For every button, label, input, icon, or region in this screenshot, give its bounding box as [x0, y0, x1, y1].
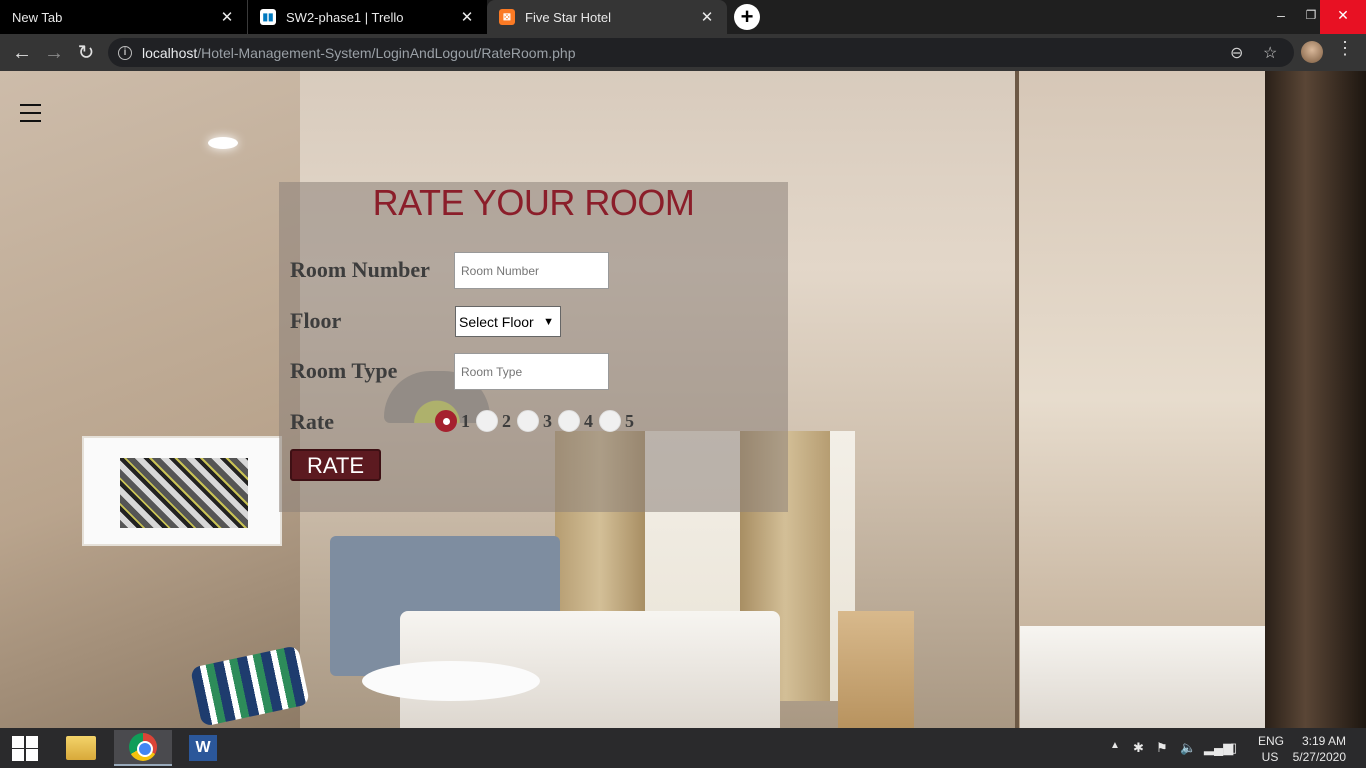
bg-wall: [0, 71, 300, 728]
room-number-input[interactable]: [454, 252, 609, 289]
rate-option-label: 1: [461, 410, 470, 431]
rate-radio-2[interactable]: [476, 410, 498, 432]
tab-close-icon[interactable]: ✕: [219, 8, 235, 26]
rate-submit-button[interactable]: RATE: [290, 449, 381, 481]
floor-select-value: Select Floor: [459, 313, 534, 330]
clock-time: 3:19 AM: [1301, 734, 1346, 748]
input-language[interactable]: ENG US: [1258, 733, 1285, 765]
wifi-icon[interactable]: ▂▄▆: [1204, 740, 1233, 756]
rate-radio-1[interactable]: [435, 410, 457, 432]
tab-five-star-hotel[interactable]: ⊠ Five Star Hotel ✕: [487, 0, 727, 34]
site-info-icon[interactable]: i: [118, 45, 132, 60]
page-title: RATE YOUR ROOM: [372, 182, 695, 223]
tab-new-tab[interactable]: New Tab ✕: [0, 0, 247, 34]
page-viewport: RATE YOUR ROOM Room Number Floor Select …: [0, 71, 1366, 728]
volume-icon[interactable]: 🔈: [1180, 740, 1196, 756]
clock-date: 5/27/2020: [1292, 750, 1346, 764]
reload-icon[interactable]: ↻: [73, 40, 99, 66]
rate-radio-4[interactable]: [558, 410, 580, 432]
tab-label: New Tab: [12, 9, 63, 25]
windows-taskbar: W ▲ ✱ ⚑ 🔈 ▂▄▆ ▯ ENG US 3:19 AM 5/27/2020: [0, 728, 1366, 768]
file-explorer-icon[interactable]: [52, 730, 110, 766]
rate-option-label: 3: [543, 410, 552, 431]
menu-icon[interactable]: ⋮: [1336, 38, 1354, 59]
floor-label: Floor: [290, 308, 342, 333]
address-bar[interactable]: i localhost/Hotel-Management-System/Logi…: [108, 38, 1294, 67]
floor-select[interactable]: Select Floor ▼: [455, 306, 561, 337]
bg-bed-reflection: [1020, 626, 1265, 728]
chevron-up-icon[interactable]: ▲: [1110, 740, 1120, 751]
room-number-label: Room Number: [290, 257, 430, 282]
rate-radio-group: 1 2 3 4 5: [435, 410, 640, 432]
rate-option-label: 4: [584, 410, 593, 431]
word-icon[interactable]: W: [174, 730, 232, 766]
hamburger-menu-icon[interactable]: [20, 104, 41, 124]
system-clock[interactable]: 3:19 AM 5/27/2020: [1288, 733, 1346, 765]
region-code: US: [1261, 750, 1279, 764]
language-code: ENG: [1258, 734, 1285, 748]
room-type-label: Room Type: [290, 358, 398, 383]
bg-nightstand: [838, 611, 914, 728]
tab-close-icon[interactable]: ✕: [459, 8, 475, 26]
trello-icon: ▮▮: [260, 9, 276, 25]
url-path: /Hotel-Management-System/LoginAndLogout/…: [197, 44, 576, 61]
tab-strip: New Tab ✕ ▮▮ SW2-phase1 | Trello ✕ ⊠ Fiv…: [0, 0, 1366, 34]
battery-icon[interactable]: ▯: [1230, 740, 1237, 756]
url-host: localhost: [142, 44, 198, 61]
new-tab-button[interactable]: +: [734, 4, 760, 30]
chrome-icon[interactable]: [114, 730, 172, 766]
bg-ceiling-light: [208, 137, 238, 149]
room-type-input[interactable]: [454, 353, 609, 390]
word-icon-glyph: W: [189, 735, 217, 761]
flag-icon[interactable]: ⚑: [1156, 740, 1168, 756]
chevron-down-icon: ▼: [543, 315, 554, 328]
back-icon[interactable]: ←: [9, 40, 35, 66]
rate-radio-3[interactable]: [517, 410, 539, 432]
bookmark-star-icon[interactable]: ☆: [1263, 43, 1277, 63]
tab-close-icon[interactable]: ✕: [699, 8, 715, 26]
zoom-icon[interactable]: ⊖: [1230, 43, 1243, 63]
bg-painting-art: [120, 458, 248, 528]
bluetooth-icon[interactable]: ✱: [1133, 740, 1144, 756]
rate-option-label: 5: [625, 410, 634, 431]
rate-option-label: 2: [502, 410, 511, 431]
profile-avatar[interactable]: [1301, 41, 1323, 63]
xampp-icon: ⊠: [499, 9, 515, 25]
tab-label: SW2-phase1 | Trello: [286, 9, 404, 25]
window-close-button[interactable]: ✕: [1320, 0, 1366, 34]
rate-label: Rate: [290, 409, 334, 434]
rate-room-form: RATE YOUR ROOM Room Number Floor Select …: [279, 182, 788, 512]
forward-icon[interactable]: →: [41, 40, 67, 66]
url-text: localhost/Hotel-Management-System/LoginA…: [142, 45, 575, 61]
rate-radio-5[interactable]: [599, 410, 621, 432]
bg-painting: [82, 436, 282, 546]
windows-start-icon[interactable]: [6, 734, 44, 762]
bg-side-table: [362, 661, 540, 701]
bg-mirror-frame: [1265, 71, 1366, 728]
tab-label: Five Star Hotel: [525, 9, 611, 25]
browser-toolbar: ← → ↻ i localhost/Hotel-Management-Syste…: [0, 34, 1366, 71]
tab-trello[interactable]: ▮▮ SW2-phase1 | Trello ✕: [247, 0, 487, 34]
